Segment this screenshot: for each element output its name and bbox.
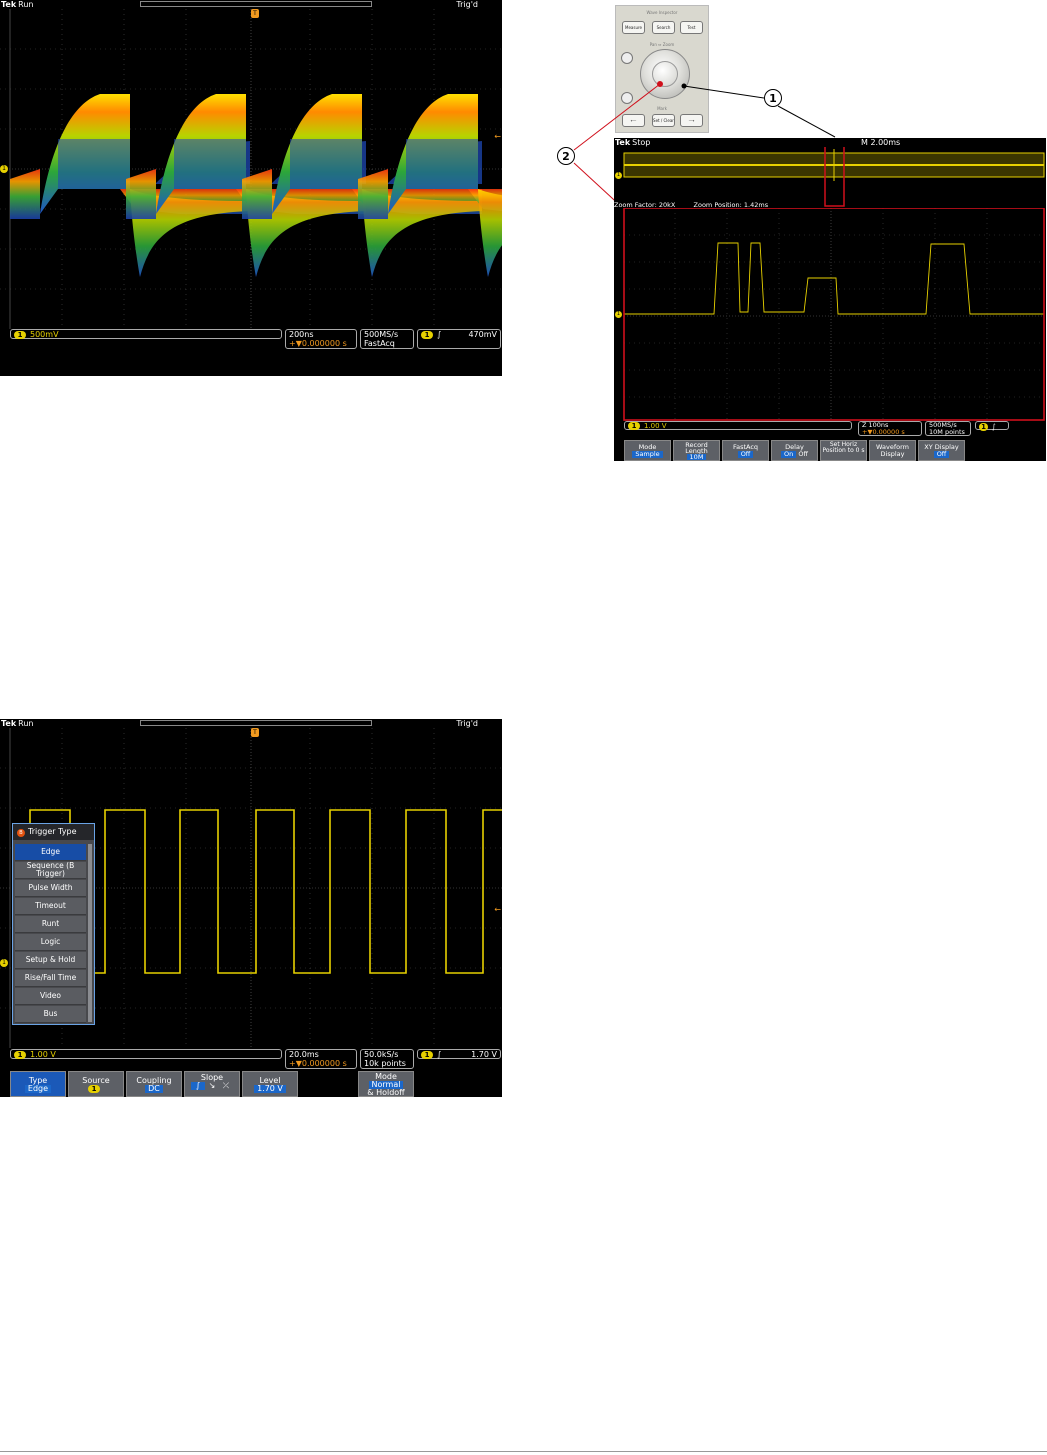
- b-trigger-icon: B: [17, 829, 25, 837]
- trigger-level-arrow: ←: [494, 905, 501, 914]
- mode-button[interactable]: Mode Sample: [624, 440, 671, 461]
- menu-title: B Trigger Type: [13, 824, 94, 840]
- acquisition-readout[interactable]: 500MS/s 10M points: [925, 421, 971, 436]
- bottom-button-row: Mode Sample Record Length 10M FastAcq Off D…: [614, 440, 1046, 461]
- trigger-readout[interactable]: 1 ∫ 1.70 V: [417, 1049, 501, 1059]
- menu-item-video[interactable]: Video: [15, 988, 86, 1005]
- menu-item-edge[interactable]: Edge: [15, 844, 86, 861]
- menu-item-sequence[interactable]: Sequence (B Trigger): [15, 862, 86, 879]
- type-button[interactable]: Type Edge: [10, 1071, 66, 1097]
- page-footer-rule: [0, 1451, 1047, 1452]
- menu-title-text: Trigger Type: [28, 827, 77, 836]
- button-extra: & Holdoff: [367, 1088, 405, 1097]
- set-horiz-position-button[interactable]: Set Horiz Position to 0 s: [820, 440, 867, 461]
- waveform-display-button[interactable]: Waveform Display: [869, 440, 916, 461]
- record-length-button[interactable]: Record Length 10M: [673, 440, 720, 461]
- mode-holdoff-button[interactable]: Mode Normal & Holdoff: [358, 1071, 414, 1097]
- scope-trigger-menu-screen: Tek Run Trig'd 1 T ← B Trigger Type Edge S…: [0, 719, 502, 1097]
- acq-state: Stop: [632, 138, 651, 147]
- horizontal-readout[interactable]: Z 100ns +▼0.00000 s: [858, 421, 922, 436]
- button-value: 10M: [686, 454, 707, 460]
- menu-item-rise-fall-time[interactable]: Rise/Fall Time: [15, 970, 86, 987]
- slope-rising-icon: ∫: [437, 1050, 442, 1059]
- menu-item-logic[interactable]: Logic: [15, 934, 86, 951]
- slope-falling-icon[interactable]: ↘: [205, 1082, 219, 1090]
- button-value: 1.70 V: [254, 1085, 286, 1093]
- status-bar: Tek Stop M 2.00ms: [614, 138, 1046, 147]
- ch1-badge: 1: [628, 422, 640, 430]
- source-badge: 1: [88, 1085, 100, 1093]
- button-label: Waveform Display: [876, 443, 909, 458]
- readout-area: 1 1.00 V 20.0ms +▼0.000000 s 50.0kS/s 10k…: [0, 1049, 502, 1071]
- record-view-bar[interactable]: [140, 720, 372, 726]
- zoom-graticule: [623, 208, 1045, 422]
- scope-zoom-screen: Tek Stop M 2.00ms 1 Zoom Factor: 20kX Zoo…: [614, 138, 1046, 461]
- button-label: Delay: [785, 443, 804, 451]
- fastacq-button[interactable]: FastAcq Off: [722, 440, 769, 461]
- ch1-scale-readout[interactable]: 1 1.00 V: [624, 421, 852, 430]
- button-label: Set Horiz Position to 0 s: [822, 441, 865, 454]
- trigger-type-menu: B Trigger Type Edge Sequence (B Trigger) …: [12, 823, 95, 1025]
- button-value: Sample: [632, 451, 663, 458]
- source-button[interactable]: Source 1: [68, 1071, 124, 1097]
- menu-item-timeout[interactable]: Timeout: [15, 898, 86, 915]
- brand-label: Tek: [615, 138, 631, 147]
- level-button[interactable]: Level 1.70 V: [242, 1071, 298, 1097]
- trigger-position-marker[interactable]: T: [251, 728, 259, 737]
- trigger-delay-value: +▼0.00000 s: [862, 428, 905, 436]
- ch1-badge: 1: [14, 1051, 26, 1059]
- slope-rising-icon[interactable]: ∫: [191, 1082, 205, 1090]
- xy-display-button[interactable]: XY Display Off: [918, 440, 965, 461]
- menu-item-setup-hold[interactable]: Setup & Hold: [15, 952, 86, 969]
- trigger-readout[interactable]: 1 ∫: [975, 421, 1009, 431]
- menu-item-runt[interactable]: Runt: [15, 916, 86, 933]
- trigger-level-value: 1.70 V: [471, 1050, 497, 1059]
- coupling-button[interactable]: Coupling DC: [126, 1071, 182, 1097]
- menu-scrollbar[interactable]: [88, 844, 92, 1022]
- delay-off-option[interactable]: Off: [798, 450, 808, 458]
- button-value: Off: [933, 451, 950, 458]
- button-value: Off: [737, 451, 754, 458]
- sample-rate-value: 50.0kS/s: [364, 1050, 399, 1059]
- readout-area: 1 1.00 V Z 100ns +▼0.00000 s 500MS/s 10M …: [614, 421, 1046, 436]
- record-length-value: 10M points: [929, 428, 965, 436]
- slope-button[interactable]: Slope ∫ ↘ ⤫: [184, 1071, 240, 1097]
- slope-either-icon[interactable]: ⤫: [219, 1082, 233, 1090]
- acq-state: Run: [18, 719, 34, 728]
- overview-ch1-marker: 1: [615, 172, 622, 179]
- slope-rising-icon: ∫: [992, 423, 996, 431]
- button-value: DC: [145, 1085, 163, 1093]
- trigger-status: Trig'd: [456, 719, 478, 728]
- time-div-value: 20.0ms: [289, 1050, 319, 1059]
- brand-label: Tek: [1, 719, 17, 728]
- ch1-scale-value: 1.00 V: [30, 1050, 56, 1059]
- button-label: Source: [82, 1076, 110, 1085]
- menu-item-bus[interactable]: Bus: [15, 1006, 86, 1023]
- trigger-delay-value: +▼0.000000 s: [289, 1059, 347, 1068]
- record-length-value: 10k points: [364, 1059, 406, 1068]
- main-timebase: M 2.00ms: [861, 138, 901, 147]
- trigger-source-badge: 1: [979, 423, 988, 431]
- ch1-scale-value: 1.00 V: [644, 422, 667, 430]
- button-value: Edge: [24, 1085, 52, 1093]
- delay-button[interactable]: Delay On Off: [771, 440, 818, 461]
- ch1-scale-readout[interactable]: 1 1.00 V: [10, 1049, 282, 1059]
- horizontal-readout[interactable]: 20.0ms +▼0.000000 s: [285, 1049, 357, 1069]
- delay-on-option[interactable]: On: [781, 451, 797, 458]
- trigger-source-badge: 1: [421, 1051, 433, 1059]
- acquisition-readout[interactable]: 50.0kS/s 10k points: [360, 1049, 414, 1069]
- menu-item-pulse-width[interactable]: Pulse Width: [15, 880, 86, 897]
- zoom-ch1-marker[interactable]: 1: [615, 311, 622, 318]
- bottom-button-row: Type Edge Source 1 Coupling DC Slope ∫ ↘ ⤫ Le…: [0, 1071, 502, 1097]
- ch1-level-marker[interactable]: 1: [0, 959, 8, 967]
